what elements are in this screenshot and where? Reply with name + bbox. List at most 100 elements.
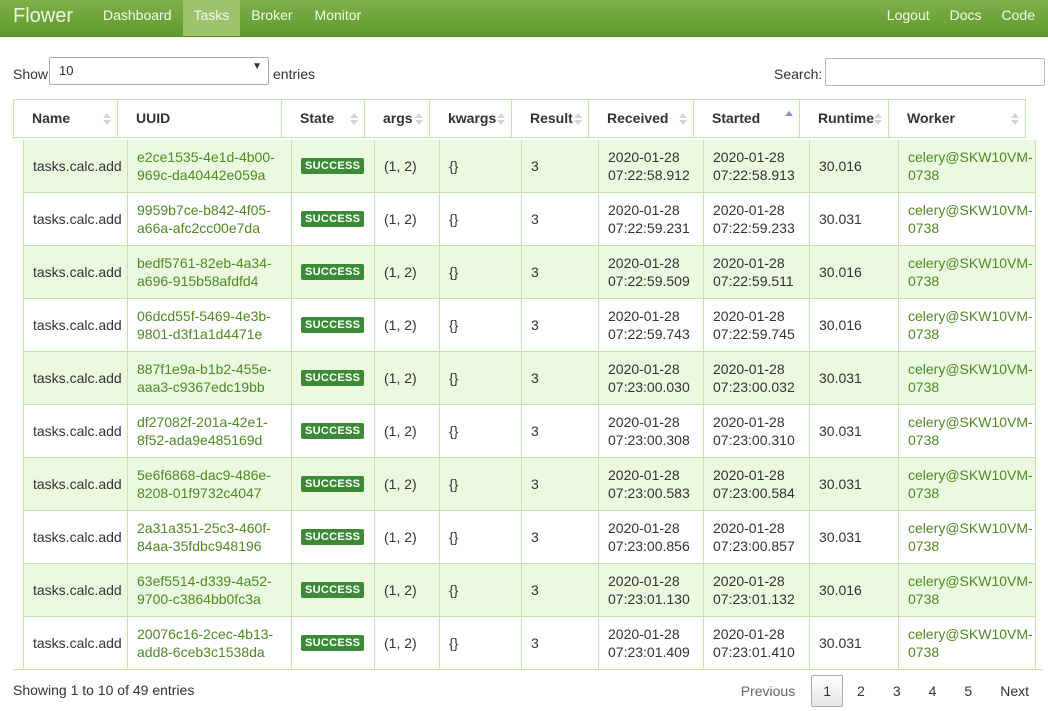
- cell-uuid[interactable]: 9959b7ce-b842-4f05- a66a-afc2cc00e7da: [128, 193, 292, 245]
- cell-received-line: 2020-01-28: [608, 573, 680, 589]
- pagination-previous[interactable]: Previous: [725, 675, 811, 707]
- cell-received-line: 07:22:59.231: [608, 220, 690, 236]
- cell-kwargs-text: {}: [449, 317, 459, 333]
- search-label: Search:: [774, 66, 823, 82]
- entries-length-value: 10: [59, 63, 74, 78]
- column-header-uuid[interactable]: UUID: [118, 100, 282, 137]
- cell-name-text: tasks.calc.add: [33, 476, 122, 492]
- cell-uuid-text: df27082f-201a-42e1- 8f52-ada9e485169d: [137, 413, 268, 449]
- cell-worker[interactable]: celery@SKW10VM- 0738: [899, 352, 1035, 404]
- cell-worker[interactable]: celery@SKW10VM- 0738: [899, 193, 1035, 245]
- cell-worker[interactable]: celery@SKW10VM- 0738: [899, 299, 1035, 351]
- nav-tasks[interactable]: Tasks: [182, 0, 241, 36]
- cell-name: tasks.calc.add: [24, 352, 128, 404]
- column-header-state[interactable]: State: [282, 100, 365, 137]
- cell-uuid[interactable]: e2ce1535-4e1d-4b00- 969c-da40442e059a: [128, 140, 292, 192]
- cell-received-text: 2020-01-28 07:22:58.912: [608, 148, 690, 184]
- cell-uuid[interactable]: 63ef5514-d339-4a52- 9700-c3864bb0fc3a: [128, 564, 292, 616]
- column-header-name[interactable]: Name: [14, 100, 118, 137]
- cell-runtime: 30.016: [810, 140, 899, 192]
- cell-received-line: 07:23:01.130: [608, 591, 690, 607]
- cell-worker[interactable]: celery@SKW10VM- 0738: [899, 564, 1035, 616]
- brand-logo[interactable]: Flower: [13, 4, 73, 28]
- cell-uuid[interactable]: 20076c16-2cec-4b13- add8-6ceb3c1538da: [128, 617, 292, 669]
- cell-received-text: 2020-01-28 07:23:01.409: [608, 625, 690, 661]
- cell-uuid[interactable]: 2a31a351-25c3-460f- 84aa-35fdbc948196: [128, 511, 292, 563]
- cell-started-line: 07:22:59.511: [713, 273, 794, 289]
- cell-received-text: 2020-01-28 07:23:01.130: [608, 572, 690, 608]
- nav-dashboard[interactable]: Dashboard: [92, 0, 183, 36]
- nav-logout[interactable]: Logout: [877, 0, 940, 36]
- cell-kwargs-text: {}: [449, 582, 459, 598]
- search-input[interactable]: [825, 58, 1045, 86]
- entries-length-select[interactable]: 10 ▼: [49, 57, 269, 85]
- cell-received: 2020-01-28 07:23:00.030: [599, 352, 704, 404]
- cell-runtime: 30.016: [810, 299, 899, 351]
- cell-args: (1, 2): [375, 564, 440, 616]
- pagination-page-1[interactable]: 1: [811, 675, 844, 707]
- pagination-page-2[interactable]: 2: [843, 675, 879, 707]
- cell-uuid[interactable]: bedf5761-82eb-4a34- a696-915b58afdfd4: [128, 246, 292, 298]
- cell-name: tasks.calc.add: [24, 299, 128, 351]
- pagination-page-3[interactable]: 3: [879, 675, 915, 707]
- cell-worker[interactable]: celery@SKW10VM- 0738: [899, 458, 1035, 510]
- cell-worker[interactable]: celery@SKW10VM- 0738: [899, 246, 1035, 298]
- cell-name: tasks.calc.add: [24, 511, 128, 563]
- cell-worker[interactable]: celery@SKW10VM- 0738: [899, 140, 1035, 192]
- cell-received-line: 07:23:00.856: [608, 538, 690, 554]
- cell-worker[interactable]: celery@SKW10VM- 0738: [899, 405, 1035, 457]
- nav-code[interactable]: Code: [992, 0, 1048, 36]
- nav-monitor[interactable]: Monitor: [304, 0, 373, 36]
- nav-docs[interactable]: Docs: [940, 0, 992, 36]
- cell-uuid[interactable]: 887f1e9a-b1b2-455e-aaa3-c9367edc19bb: [128, 352, 292, 404]
- cell-runtime: 30.031: [810, 458, 899, 510]
- cell-name-text: tasks.calc.add: [33, 317, 122, 333]
- cell-uuid-line: 84aa-35fdbc948196: [137, 538, 262, 554]
- pagination-page-4[interactable]: 4: [915, 675, 951, 707]
- column-header-worker[interactable]: Worker: [889, 100, 1025, 137]
- cell-worker[interactable]: celery@SKW10VM- 0738: [899, 511, 1035, 563]
- column-header-kwargs[interactable]: kwargs: [430, 100, 512, 137]
- cell-started: 2020-01-28 07:22:59.511: [704, 246, 810, 298]
- cell-received: 2020-01-28 07:23:00.583: [599, 458, 704, 510]
- cell-name: tasks.calc.add: [24, 564, 128, 616]
- cell-uuid-line: a696-915b58afdfd4: [137, 273, 259, 289]
- status-badge: SUCCESS: [301, 211, 365, 227]
- cell-received: 2020-01-28 07:22:59.509: [599, 246, 704, 298]
- pagination-page-5[interactable]: 5: [950, 675, 986, 707]
- nav-left: Dashboard Tasks Broker Monitor: [92, 0, 372, 37]
- column-header-result[interactable]: Result: [512, 100, 589, 137]
- cell-worker[interactable]: celery@SKW10VM- 0738: [899, 617, 1035, 669]
- cell-worker-line: 0738: [908, 485, 940, 501]
- cell-result-text: 3: [531, 529, 539, 545]
- column-header-received[interactable]: Received: [589, 100, 694, 137]
- column-header-runtime[interactable]: Runtime: [800, 100, 889, 137]
- cell-started-line: 2020-01-28: [713, 520, 785, 536]
- table-row: tasks.calc.add 63ef5514-d339-4a52- 9700-c3…: [24, 564, 1035, 617]
- cell-uuid-line: 9700-c3864bb0fc3a: [137, 591, 261, 607]
- column-header-args[interactable]: args: [365, 100, 430, 137]
- nav-broker[interactable]: Broker: [240, 0, 303, 36]
- cell-received-text: 2020-01-28 07:23:00.583: [608, 466, 690, 502]
- cell-result-text: 3: [531, 476, 539, 492]
- top-navbar: Flower Dashboard Tasks Broker Monitor Lo…: [0, 0, 1048, 37]
- cell-uuid[interactable]: 5e6f6868-dac9-486e- 8208-01f9732c4047: [128, 458, 292, 510]
- cell-kwargs: {}: [440, 511, 522, 563]
- cell-started-text: 2020-01-28 07:23:00.032: [713, 360, 795, 396]
- column-header-started[interactable]: Started: [694, 100, 800, 137]
- column-header-label: args: [383, 110, 413, 126]
- cell-received: 2020-01-28 07:22:59.231: [599, 193, 704, 245]
- cell-worker-text: celery@SKW10VM- 0738: [908, 466, 1033, 502]
- cell-uuid[interactable]: 06dcd55f-5469-4e3b- 9801-d3f1a1d4471e: [128, 299, 292, 351]
- cell-result: 3: [522, 299, 599, 351]
- cell-uuid[interactable]: df27082f-201a-42e1- 8f52-ada9e485169d: [128, 405, 292, 457]
- column-header-label: Name: [32, 110, 71, 126]
- cell-uuid-text: 887f1e9a-b1b2-455e-aaa3-c9367edc19bb: [137, 360, 272, 396]
- nav-right: Logout Docs Code: [877, 0, 1048, 37]
- pagination: Previous 1 2 3 4 5 Next: [725, 675, 1043, 707]
- table-bottom-divider: [13, 669, 1043, 670]
- pagination-next[interactable]: Next: [986, 675, 1043, 707]
- cell-runtime-text: 30.031: [819, 529, 862, 545]
- cell-received: 2020-01-28 07:22:59.743: [599, 299, 704, 351]
- cell-kwargs: {}: [440, 352, 522, 404]
